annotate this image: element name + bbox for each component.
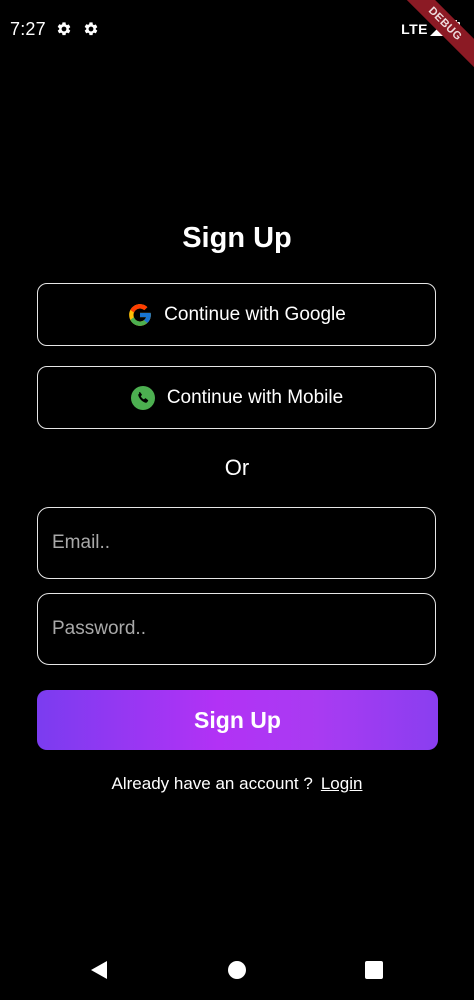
status-time: 7:27 bbox=[10, 19, 46, 39]
or-divider: Or bbox=[224, 455, 250, 480]
recents-icon[interactable] bbox=[364, 960, 384, 980]
page-title: Sign Up bbox=[182, 222, 292, 254]
continue-with-mobile-button[interactable]: Continue with Mobile bbox=[37, 366, 436, 429]
navigation-bar bbox=[0, 940, 474, 1000]
sign-up-button[interactable]: Sign Up bbox=[37, 690, 438, 750]
debug-banner-label: DEBUG bbox=[399, 0, 474, 70]
mobile-button-label: Continue with Mobile bbox=[166, 386, 344, 408]
gear-icon bbox=[84, 22, 98, 36]
email-field[interactable] bbox=[38, 508, 435, 578]
google-logo-icon bbox=[127, 302, 153, 328]
gear-icon bbox=[57, 22, 71, 36]
phone-icon bbox=[130, 385, 156, 411]
google-button-label: Continue with Google bbox=[164, 303, 346, 325]
login-link[interactable]: Login bbox=[321, 774, 363, 793]
email-field-container bbox=[37, 507, 436, 579]
continue-with-google-button[interactable]: Continue with Google bbox=[37, 283, 436, 346]
debug-banner: DEBUG bbox=[394, 0, 474, 80]
back-icon[interactable] bbox=[89, 960, 109, 980]
password-field-container bbox=[37, 593, 436, 665]
home-icon[interactable] bbox=[227, 960, 247, 980]
password-field[interactable] bbox=[38, 594, 435, 664]
login-prompt: Already have an account ? Login bbox=[0, 774, 474, 794]
login-prompt-text: Already have an account ? bbox=[111, 774, 313, 793]
